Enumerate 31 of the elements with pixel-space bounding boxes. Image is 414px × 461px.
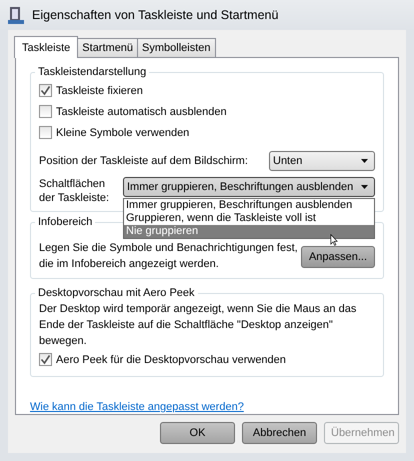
caret-icon	[361, 159, 368, 163]
checkbox-label: Kleine Symbole verwenden	[56, 126, 190, 138]
description-text: Der Desktop wird temporär angezeigt, wenn Sie die Maus an das Ende der Taskleiste auf die Schaltfläche "Desktop anzeigen" bewegen.	[39, 302, 358, 349]
field-label: Position der Taskleiste auf dem Bildschirm:	[39, 155, 248, 167]
checkbox-label: Aero Peek für die Desktopvorschau verwenden	[56, 354, 286, 366]
field-label: Schaltflächen der Taskleiste:	[39, 177, 110, 205]
checkbox-label: Taskleiste fixieren	[56, 84, 143, 96]
group-title: Infobereich	[37, 216, 94, 228]
checkbox[interactable]	[39, 353, 52, 366]
checkbox[interactable]	[39, 84, 52, 97]
dialog-button[interactable]: OK	[160, 422, 235, 444]
checkbox-label: Taskleiste automatisch ausblenden	[56, 106, 227, 118]
checkbox[interactable]	[39, 126, 52, 139]
dropdown[interactable]: Unten	[269, 151, 375, 171]
dropdown-option[interactable]: Gruppieren, wenn die Taskleiste voll ist	[124, 212, 374, 225]
dropdown-option[interactable]: Immer gruppieren, Beschriftungen ausblenden	[124, 199, 374, 212]
group-title: Desktopvorschau mit Aero Peek	[37, 287, 196, 299]
dropdown[interactable]: Immer gruppieren, Beschriftungen ausblenden	[123, 177, 375, 197]
dropdown-option[interactable]: Nie gruppieren	[124, 225, 374, 238]
tab[interactable]: Symbolleisten	[137, 38, 216, 57]
dialog-button[interactable]: Abbrechen	[242, 422, 317, 444]
tab[interactable]: Taskleiste	[14, 36, 78, 58]
help-link[interactable]: Wie kann die Taskleiste angepasst werden?	[30, 401, 244, 413]
caret-icon	[361, 185, 368, 189]
tab[interactable]: Startmenü	[77, 38, 138, 57]
taskbar-settings-icon	[8, 6, 24, 24]
group-title: Taskleistendarstellung	[37, 66, 148, 78]
window-title: Eigenschaften von Taskleiste und Startmenü	[32, 8, 278, 22]
customize-button[interactable]: Anpassen...	[301, 246, 375, 268]
description-text: Legen Sie die Symbole und Benachrichtigungen fest, die im Infobereich angezeigt werden.	[39, 241, 299, 272]
checkbox[interactable]	[39, 105, 52, 118]
